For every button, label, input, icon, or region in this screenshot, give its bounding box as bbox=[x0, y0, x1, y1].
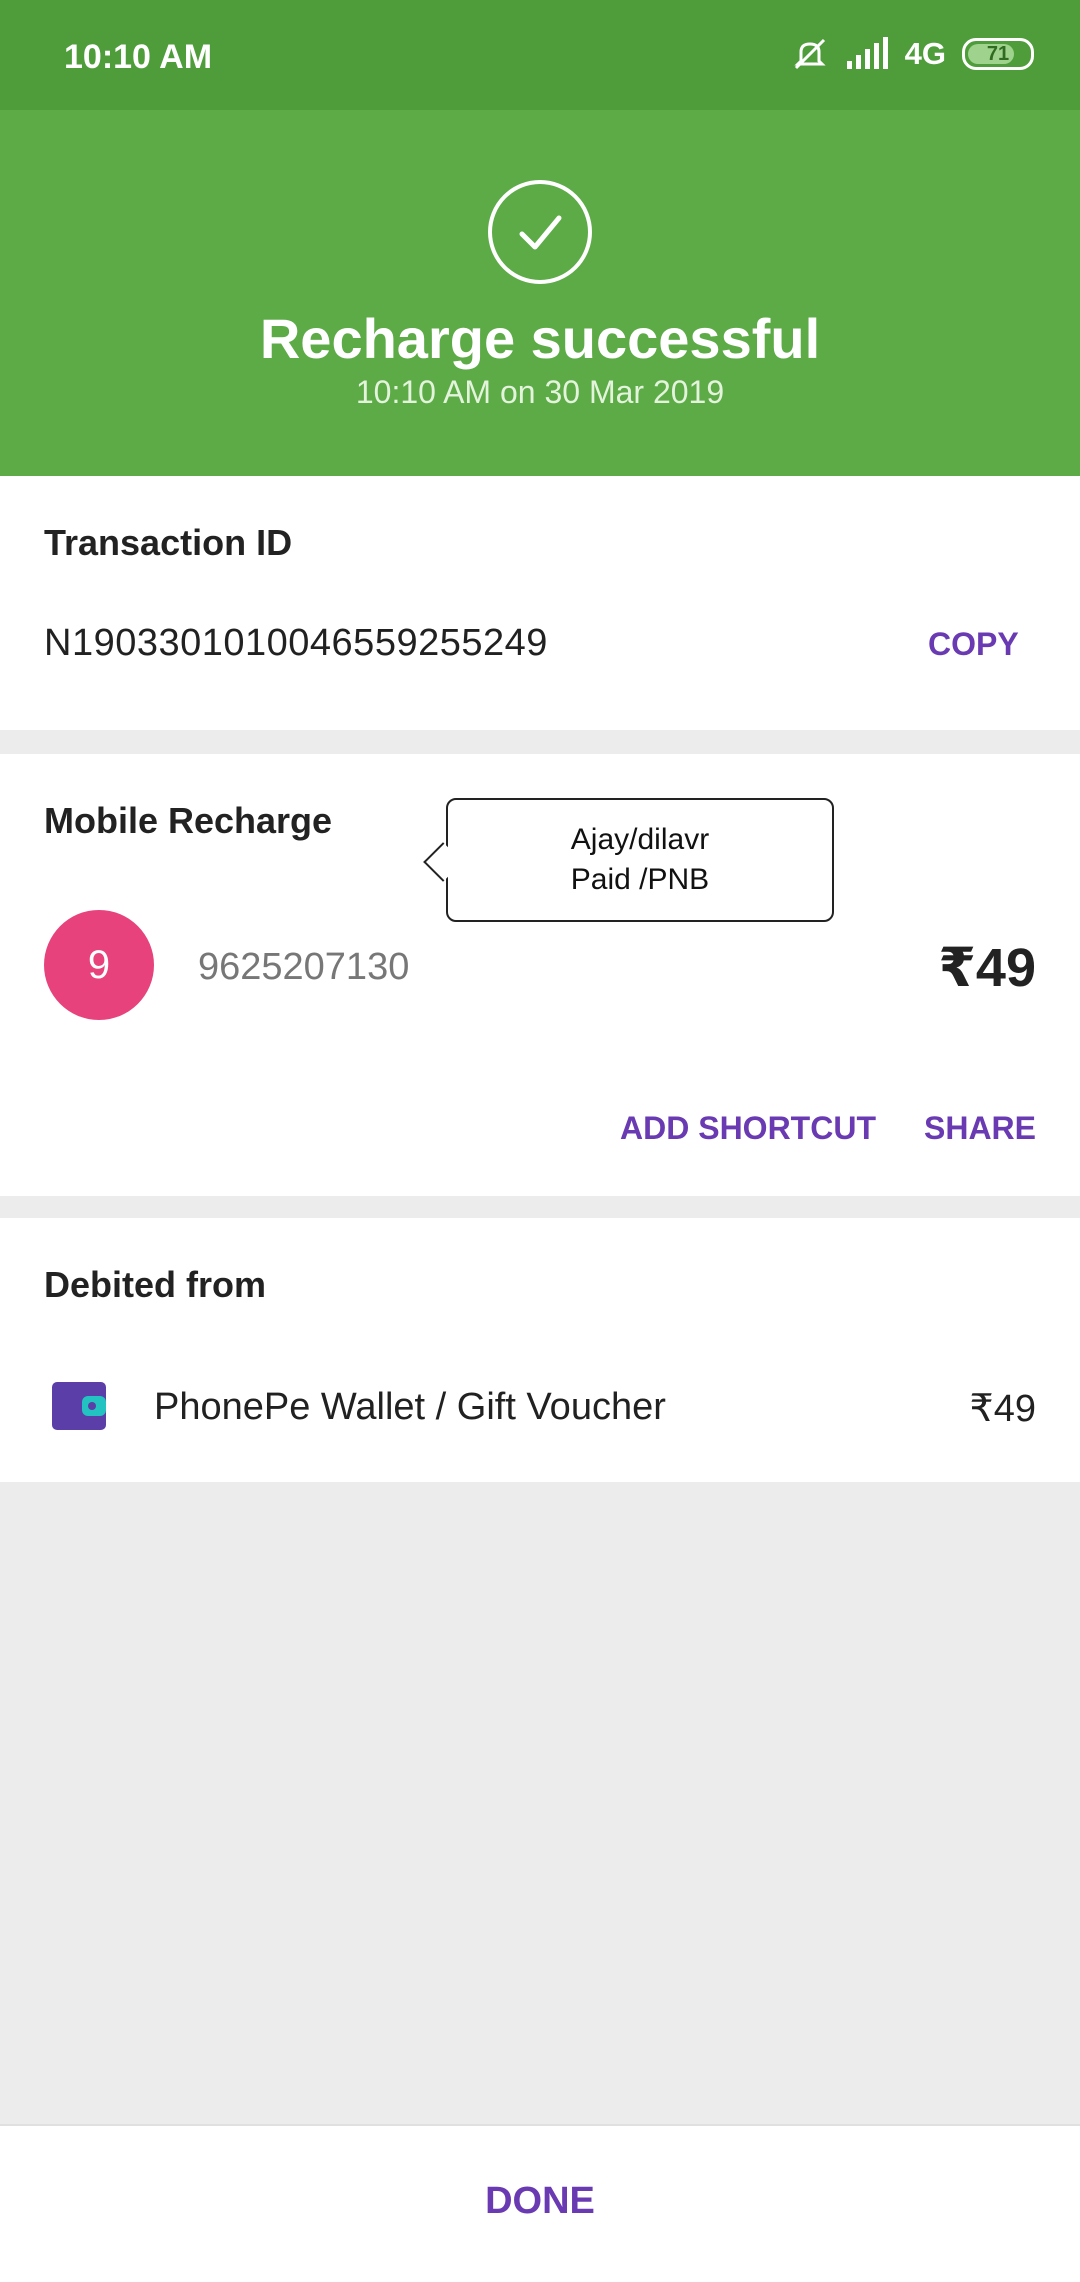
status-icons: 4G 71 bbox=[791, 34, 1034, 74]
status-bar: 10:10 AM 4G 71 bbox=[0, 0, 1080, 110]
page-title: Recharge successful bbox=[259, 307, 821, 370]
annotation-line-1: Ajay/dilavr bbox=[570, 823, 710, 856]
network-type: 4G bbox=[904, 36, 946, 71]
annotation-callout: Ajay/dilavr Paid /PNB bbox=[423, 798, 834, 922]
add-shortcut-button[interactable]: ADD SHORTCUT bbox=[620, 1110, 876, 1147]
transaction-id-label: Transaction ID bbox=[44, 522, 293, 563]
success-header: Recharge successful 10:10 AM on 30 Mar 2… bbox=[0, 110, 1080, 476]
transaction-timestamp: 10:10 AM on 30 Mar 2019 bbox=[355, 374, 725, 410]
mute-icon bbox=[794, 38, 826, 70]
transaction-id-value: N1903301010046559255249 bbox=[44, 622, 548, 664]
annotation-line-2: Paid /PNB bbox=[570, 863, 710, 896]
share-button[interactable]: SHARE bbox=[924, 1110, 1036, 1147]
copy-button[interactable]: COPY bbox=[928, 626, 1019, 663]
battery-level: 71 bbox=[986, 42, 1010, 65]
payment-source: PhonePe Wallet / Gift Voucher bbox=[154, 1386, 666, 1428]
wallet-icon bbox=[52, 1382, 106, 1430]
signal-icon bbox=[846, 37, 888, 69]
status-time: 10:10 AM bbox=[64, 38, 213, 76]
debited-from-label: Debited from bbox=[44, 1264, 267, 1305]
check-circle-icon bbox=[488, 180, 592, 284]
debit-card: Debited from PhonePe Wallet / Gift Vouch… bbox=[0, 1218, 1080, 1482]
battery-icon: 71 bbox=[962, 38, 1034, 70]
recharge-amount: ₹49 bbox=[938, 938, 1036, 998]
avatar: 9 bbox=[44, 910, 154, 1020]
done-button[interactable]: DONE bbox=[0, 2180, 1080, 2223]
recharge-label: Mobile Recharge bbox=[44, 800, 333, 841]
transaction-card: Transaction ID N1903301010046559255249 C… bbox=[0, 476, 1080, 730]
bottom-bar: DONE bbox=[0, 2124, 1080, 2282]
phone-number: 9625207130 bbox=[198, 946, 410, 988]
debit-amount: ₹49 bbox=[969, 1388, 1036, 1430]
